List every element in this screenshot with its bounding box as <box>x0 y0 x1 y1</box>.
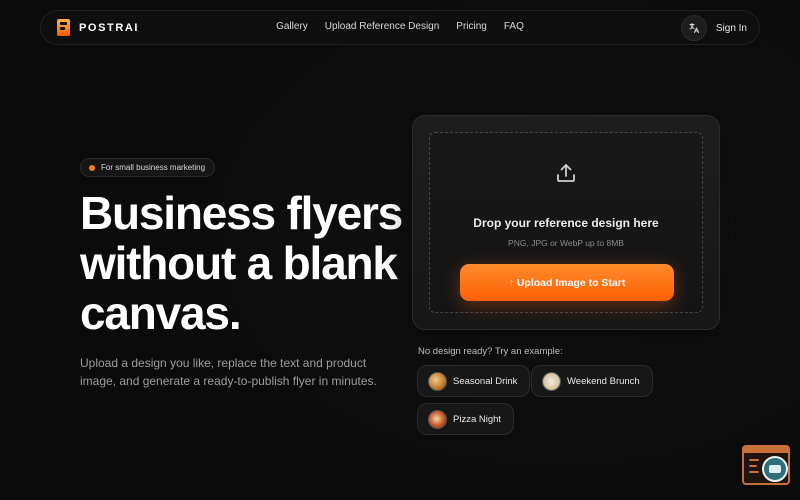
inspect-widget-button[interactable] <box>742 445 790 485</box>
examples-label: No design ready? Try an example: <box>418 346 563 357</box>
example-chip-seasonal-drink[interactable]: Seasonal Drink <box>417 365 531 397</box>
upload-card: Drop your reference design here PNG, JPG… <box>412 115 720 330</box>
nav-links: Gallery Upload Reference Design Pricing … <box>41 21 759 32</box>
top-navbar: POSTRAI Gallery Upload Reference Design … <box>40 10 760 45</box>
example-chip-label: Seasonal Drink <box>453 375 518 387</box>
hero-subtitle: Upload a design you like, replace the te… <box>80 356 377 388</box>
nav-link-upload-reference-design[interactable]: Upload Reference Design <box>325 21 440 32</box>
example-chip-label: Pizza Night <box>453 413 502 425</box>
dropzone-hint: PNG, JPG or WebP up to 8MB <box>508 238 624 248</box>
translate-icon <box>689 23 699 33</box>
hero-title-line-2: without a blank <box>80 237 398 289</box>
badge-text: For small business marketing <box>101 163 206 172</box>
example-chip-weekend-brunch[interactable]: Weekend Brunch <box>531 365 653 397</box>
nav-link-faq[interactable]: FAQ <box>504 21 524 32</box>
nav-link-pricing[interactable]: Pricing <box>456 21 487 32</box>
upload-image-button[interactable]: ↑ Upload Image to Start <box>460 264 674 301</box>
widget-lens-screen <box>769 465 781 473</box>
brand-logo[interactable]: POSTRAI <box>57 19 139 36</box>
widget-titlebar <box>744 447 788 453</box>
nav-actions: Sign In <box>680 15 747 41</box>
brunch-thumbnail <box>542 371 561 391</box>
upload-icon <box>557 164 575 182</box>
widget-line <box>749 465 757 467</box>
widget-line <box>749 459 759 461</box>
widget-line <box>749 471 759 473</box>
upload-dropzone[interactable]: Drop your reference design here PNG, JPG… <box>429 132 703 313</box>
drink-thumbnail <box>428 371 447 391</box>
logo-icon <box>57 19 70 36</box>
audience-badge: For small business marketing <box>80 158 216 177</box>
dropzone-title: Drop your reference design here <box>473 216 659 230</box>
pizza-thumbnail <box>428 409 447 429</box>
hero-title-line-3: canvas. <box>80 287 242 339</box>
inspect-widget-icon <box>762 456 788 482</box>
hero-title-line-1: Business flyers <box>80 187 403 239</box>
hero-title: Business flyers without a blank canvas. <box>80 188 420 338</box>
nav-link-gallery[interactable]: Gallery <box>276 21 308 32</box>
example-chip-label: Weekend Brunch <box>567 375 640 387</box>
brand-name: POSTRAI <box>79 21 140 34</box>
example-chip-pizza-night[interactable]: Pizza Night <box>417 403 515 435</box>
language-button[interactable] <box>680 15 707 41</box>
badge-dot-icon <box>89 164 95 171</box>
sign-in-link[interactable]: Sign In <box>716 23 747 34</box>
